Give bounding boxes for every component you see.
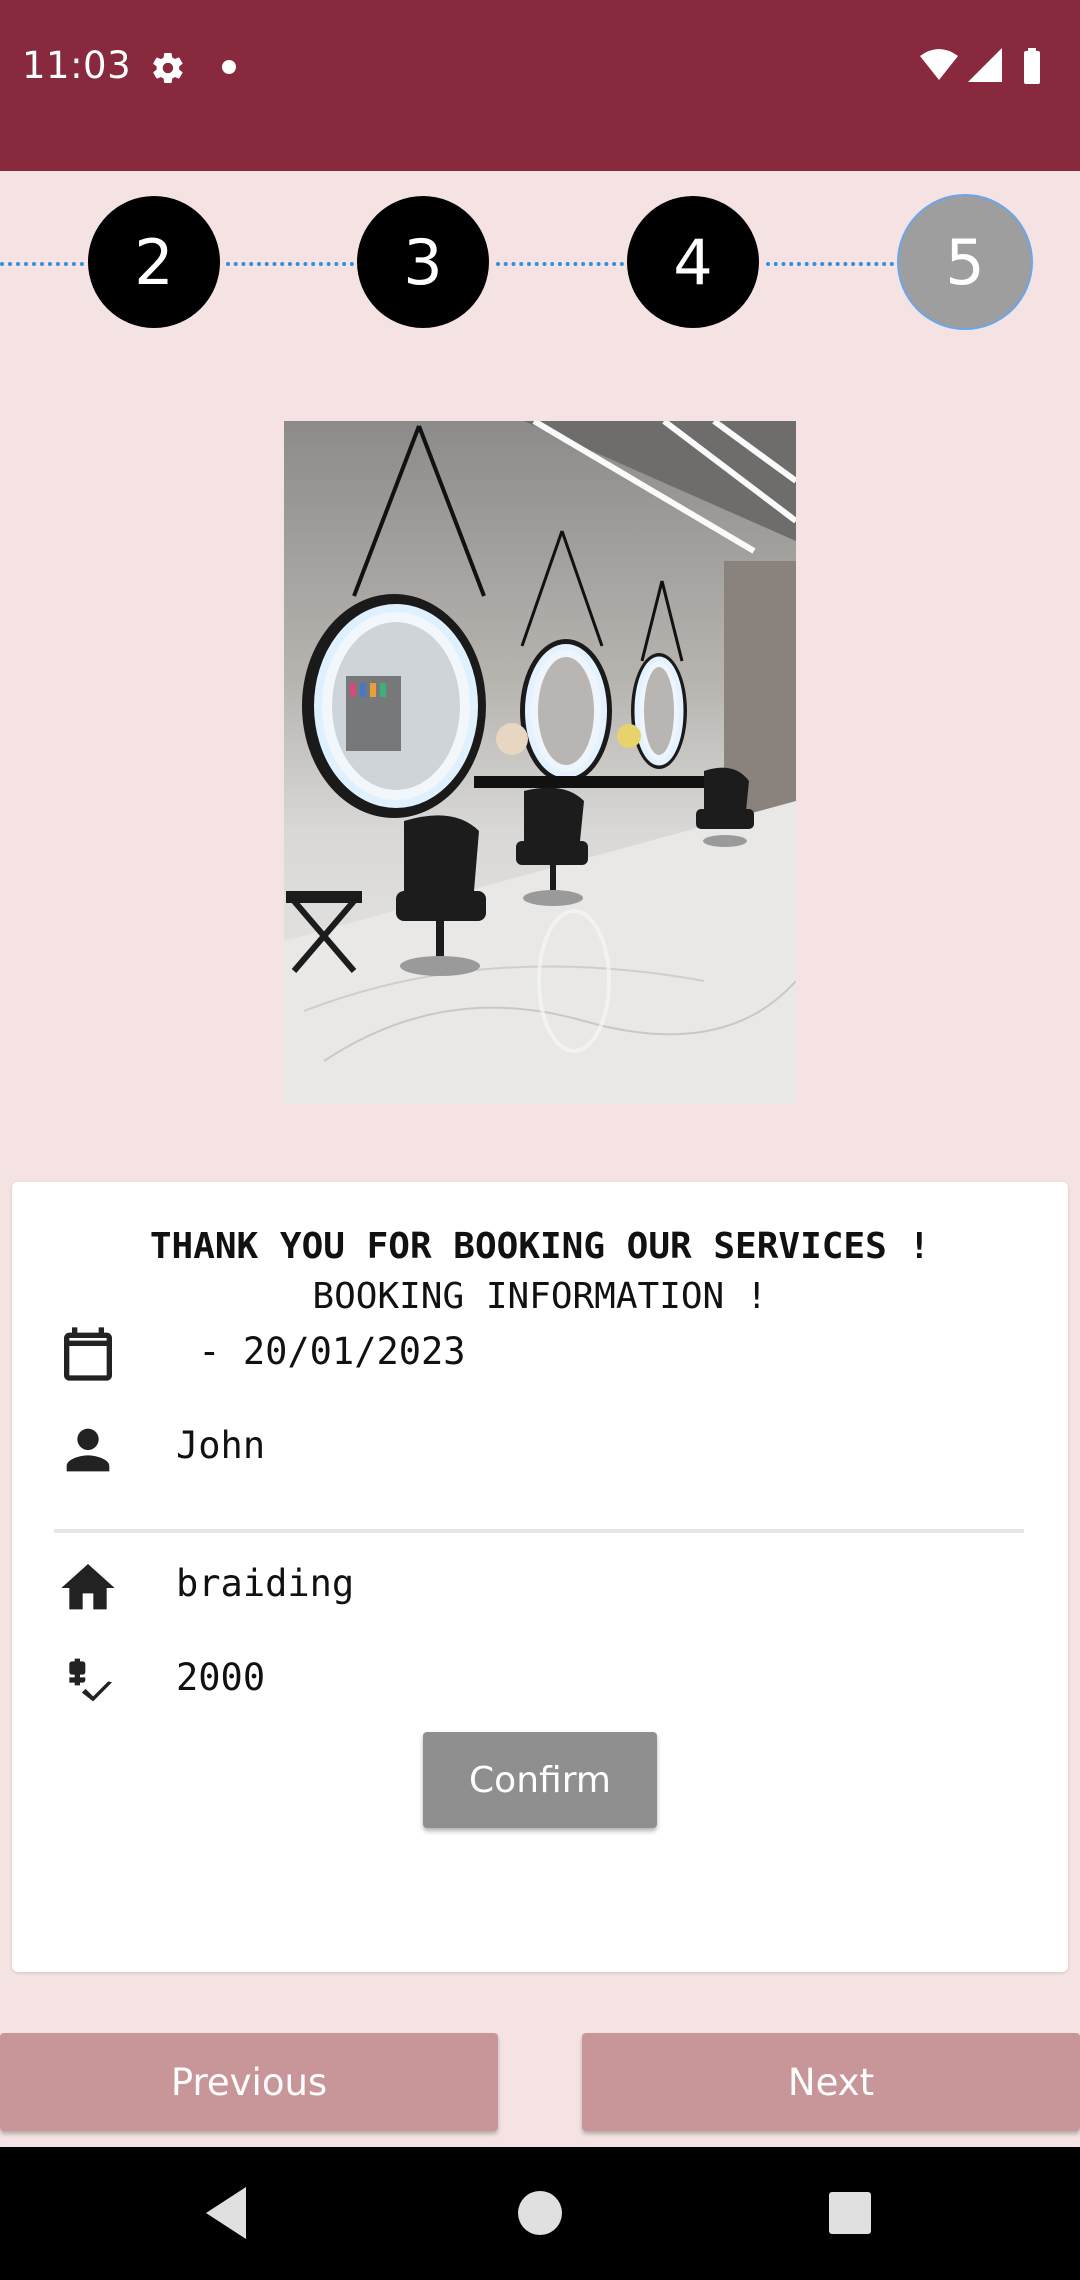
step-5-active[interactable]: 5	[899, 196, 1031, 328]
settings-icon	[153, 52, 183, 84]
recent-apps-icon[interactable]	[829, 2192, 871, 2234]
battery-icon	[1024, 48, 1040, 84]
step-2[interactable]: 2	[88, 196, 220, 328]
status-bar: 11:03	[0, 0, 1080, 171]
card-divider	[54, 1529, 1024, 1533]
booking-price: 2000	[176, 1656, 266, 1699]
back-icon[interactable]	[204, 2185, 248, 2241]
step-connector	[0, 262, 84, 266]
system-navigation-bar	[0, 2147, 1080, 2280]
signal-icon	[968, 48, 1002, 82]
booking-date: - 20/01/2023	[176, 1330, 466, 1373]
price-check-icon	[69, 1658, 112, 1702]
wifi-icon	[920, 49, 958, 80]
step-connector	[226, 262, 354, 266]
home-circle-icon[interactable]	[518, 2191, 562, 2235]
customer-name: John	[176, 1424, 266, 1467]
person-icon	[66, 1428, 110, 1472]
confirm-button[interactable]: Confirm	[423, 1732, 657, 1828]
previous-button[interactable]: Previous	[0, 2033, 498, 2131]
service-name: braiding	[176, 1562, 355, 1605]
step-3[interactable]: 3	[357, 196, 489, 328]
notification-dot-icon	[222, 60, 236, 74]
booking-info-subtitle: BOOKING INFORMATION !	[312, 1276, 768, 1317]
status-indicators	[920, 48, 1040, 84]
booking-summary-card: THANK YOU FOR BOOKING OUR SERVICES ! BOO…	[12, 1182, 1068, 1972]
calendar-icon	[64, 1327, 112, 1381]
step-indicator: 2 3 4 5	[0, 196, 1080, 330]
thank-you-title: THANK YOU FOR BOOKING OUR SERVICES !	[149, 1226, 931, 1267]
salon-interior-photo	[284, 421, 796, 1103]
step-connector	[496, 262, 624, 266]
home-icon	[61, 1564, 115, 1610]
next-button[interactable]: Next	[582, 2033, 1080, 2131]
step-4[interactable]: 4	[627, 196, 759, 328]
status-time: 11:03	[22, 44, 132, 87]
step-connector	[766, 262, 894, 266]
